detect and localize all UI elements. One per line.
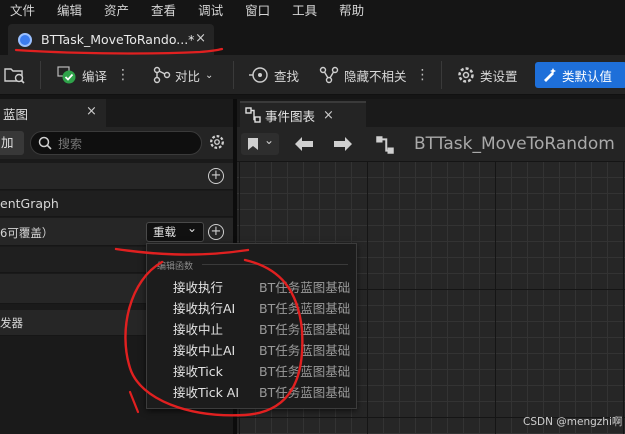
close-icon[interactable]: ×	[86, 104, 97, 119]
event-graph-item[interactable]: entGraph	[0, 191, 233, 217]
override-item-source: BT任务蓝图基础	[259, 385, 351, 400]
watermark: CSDN @mengzhi啊	[523, 416, 623, 428]
override-item-source: BT任务蓝图基础	[259, 343, 351, 358]
class-defaults-label: 类默认值	[562, 68, 613, 84]
graph-icon	[376, 136, 394, 154]
diff-button[interactable]: 对比 ⌄	[152, 55, 213, 95]
diff-icon	[153, 66, 171, 84]
search-icon	[38, 136, 52, 150]
override-item-source: BT任务蓝图基础	[259, 322, 351, 337]
override-menu-header: 编辑函数	[157, 262, 194, 272]
close-icon[interactable]: ×	[323, 108, 334, 123]
blueprint-icon	[18, 32, 32, 47]
event-graph-tab-label: 事件图表	[265, 108, 316, 124]
add-graph-icon[interactable]: +	[208, 168, 224, 184]
compile-check-icon	[57, 66, 76, 84]
menu-debug[interactable]: 调试	[187, 0, 234, 22]
more-options-icon[interactable]: ⋮	[116, 67, 130, 83]
class-defaults-button[interactable]: 类默认值	[535, 62, 625, 88]
override-label: 重载	[153, 225, 176, 239]
graph-breadcrumb-title: BTTask_MoveToRandom	[414, 134, 615, 154]
menu-edit[interactable]: 编辑	[46, 0, 93, 22]
override-item-source: BT任务蓝图基础	[259, 301, 351, 316]
functions-overridable-count: 6可覆盖）	[0, 226, 54, 240]
override-menu-item[interactable]: 接收Tick AI BT任务蓝图基础	[147, 380, 358, 401]
menu-file[interactable]: 文件	[0, 0, 46, 22]
search-input[interactable]: 搜索	[30, 131, 202, 155]
class-settings-label: 类设置	[480, 68, 518, 84]
override-item-name: 接收中止AI	[173, 343, 236, 358]
close-icon[interactable]: ×	[195, 31, 206, 46]
override-menu-item[interactable]: 接收执行 BT任务蓝图基础	[147, 275, 358, 296]
override-item-name: 接收执行AI	[173, 301, 236, 316]
menu-help[interactable]: 帮助	[328, 0, 375, 22]
chevron-down-icon: ⌄	[264, 133, 275, 147]
override-menu-item[interactable]: 接收执行AI BT任务蓝图基础	[147, 296, 358, 317]
override-item-source: BT任务蓝图基础	[259, 364, 351, 379]
override-item-name: 接收Tick AI	[173, 385, 240, 400]
document-tab-title: BTTask_MoveToRando...*	[41, 32, 195, 47]
graph-toolbar: ⌄ BTTask_MoveToRandom	[237, 127, 625, 161]
menu-asset[interactable]: 资产	[93, 0, 140, 22]
compile-button[interactable]: 编译 ⋮	[56, 55, 130, 95]
override-menu-item[interactable]: 接收中止 BT任务蓝图基础	[147, 317, 358, 338]
menu-view[interactable]: 查看	[140, 0, 187, 22]
menu-bar: 文件 编辑 资产 查看 调试 窗口 工具 帮助	[0, 0, 625, 22]
more-options-icon[interactable]: ⋮	[416, 67, 430, 83]
menu-window[interactable]: 窗口	[234, 0, 281, 22]
class-settings-button[interactable]: 类设置	[456, 55, 518, 95]
override-menu-item[interactable]: 接收中止AI BT任务蓝图基础	[147, 338, 358, 359]
forward-arrow-icon[interactable]	[332, 136, 354, 152]
hide-unrelated-button[interactable]: 隐藏不相关 ⋮	[318, 55, 430, 95]
hide-unrelated-label: 隐藏不相关	[344, 68, 407, 84]
chevron-down-icon: ⌄	[205, 69, 214, 81]
event-graph-label: entGraph	[0, 196, 59, 211]
gear-icon[interactable]	[208, 133, 226, 151]
override-item-name: 接收Tick	[173, 364, 223, 379]
bookmark-icon	[248, 138, 258, 150]
find-icon	[249, 67, 268, 83]
compile-label: 编译	[82, 68, 108, 84]
find-button[interactable]: 查找	[248, 55, 299, 95]
my-blueprint-tab[interactable]: 蓝图 ×	[0, 99, 106, 127]
my-blueprint-tab-label: 蓝图	[3, 107, 29, 122]
bookmark-dropdown[interactable]: ⌄	[241, 133, 279, 155]
hide-unrelated-icon	[319, 66, 339, 84]
event-graph-tab[interactable]: 事件图表 ×	[240, 101, 366, 127]
chevron-down-icon: ⌄	[187, 221, 198, 235]
back-arrow-icon[interactable]	[293, 136, 315, 152]
add-button[interactable]: 加	[0, 131, 24, 155]
folder-search-icon	[4, 68, 25, 84]
event-dispatchers-label: 发器	[0, 316, 23, 330]
override-dropdown[interactable]: 重载 ⌄	[146, 221, 204, 242]
override-item-name: 接收中止	[173, 322, 224, 337]
blueprint-panel-toolbar: 加 搜索	[0, 127, 233, 159]
functions-section-header[interactable]: 6可覆盖） 重载 ⌄ +	[0, 218, 233, 246]
menu-tools[interactable]: 工具	[281, 0, 328, 22]
gear-icon	[458, 67, 474, 83]
add-function-icon[interactable]: +	[208, 224, 224, 240]
main-toolbar: 编译 ⋮ 对比 ⌄ 查找 隐藏不相关 ⋮ 类设置	[0, 55, 625, 95]
menu-divider	[202, 264, 348, 265]
document-tab-bar: BTTask_MoveToRando...* ×	[0, 22, 625, 55]
override-menu-item[interactable]: 接收Tick BT任务蓝图基础	[147, 359, 358, 380]
graphs-section-header[interactable]: +	[0, 163, 233, 190]
search-placeholder: 搜索	[58, 136, 83, 151]
graph-icon	[245, 107, 261, 123]
browse-button[interactable]	[4, 55, 26, 95]
override-item-name: 接收执行	[173, 280, 224, 295]
class-defaults-icon	[544, 68, 556, 82]
document-tab[interactable]: BTTask_MoveToRando...* ×	[8, 24, 214, 55]
override-item-source: BT任务蓝图基础	[259, 280, 351, 295]
override-function-menu: 编辑函数 接收执行 BT任务蓝图基础 接收执行AI BT任务蓝图基础 接收中止 …	[146, 243, 357, 409]
diff-label: 对比	[175, 68, 201, 84]
find-label: 查找	[274, 68, 300, 84]
